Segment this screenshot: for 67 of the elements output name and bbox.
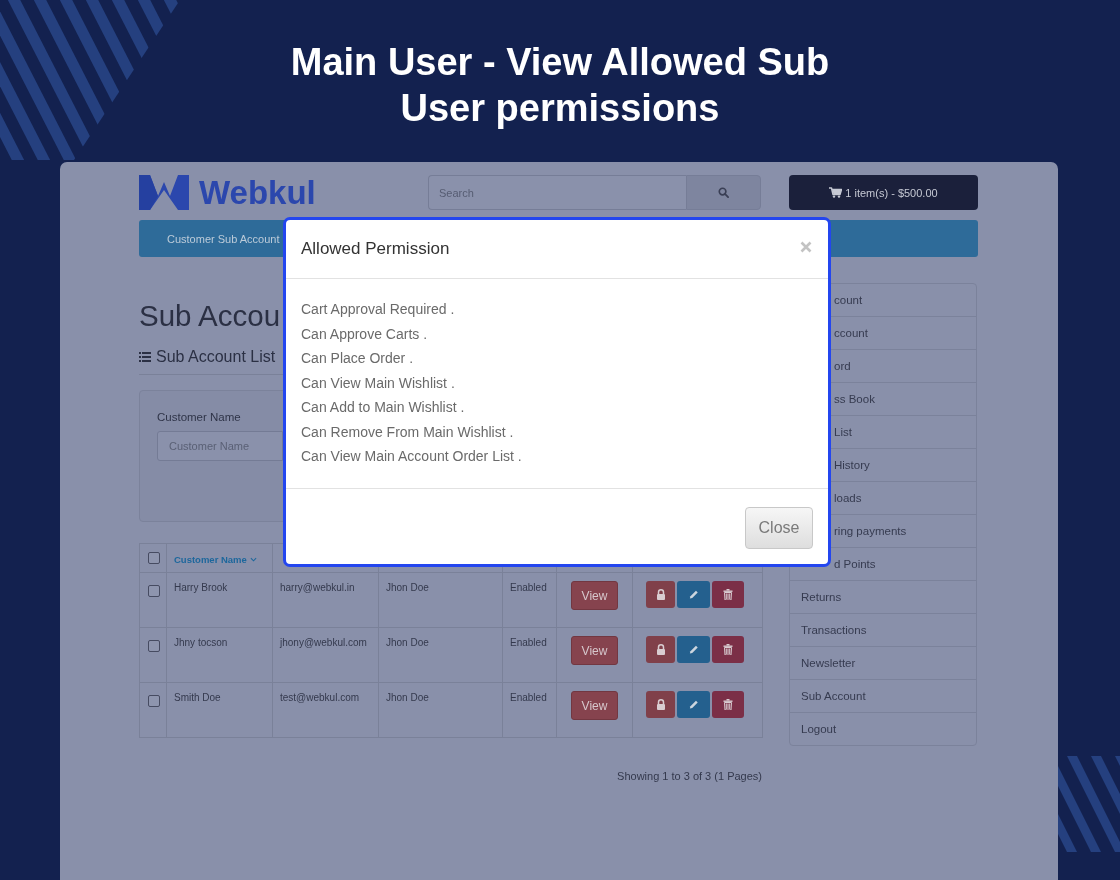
permission-item: Cart Approval Required . — [301, 300, 455, 319]
checkbox[interactable] — [148, 552, 160, 564]
delete-button[interactable] — [712, 636, 744, 663]
table-cell: Enabled — [502, 572, 557, 628]
checkbox[interactable] — [148, 695, 160, 707]
table-cell: test@webkul.com — [272, 682, 379, 738]
search-field[interactable]: Search — [428, 175, 686, 210]
edit-button[interactable] — [677, 581, 710, 608]
close-icon — [800, 241, 812, 253]
table-cell: jhony@webkul.com — [272, 627, 379, 683]
table-cell: Enabled — [502, 682, 557, 738]
permission-item: Can Approve Carts . — [301, 324, 428, 344]
permission-item: Can Remove From Main Wishlist . — [301, 422, 514, 442]
sidebar-item[interactable]: Transactions — [790, 614, 976, 647]
field-label: Customer Name — [157, 410, 241, 424]
edit-button[interactable] — [677, 691, 710, 718]
lock-icon — [655, 699, 666, 710]
edit-button[interactable] — [677, 636, 710, 663]
table-cell: Jhon Doe — [378, 627, 503, 683]
close-button[interactable]: Close — [745, 507, 813, 549]
permission-item: Can View Main Wishlist . — [301, 373, 455, 393]
sidebar-item[interactable]: Returns — [790, 581, 976, 614]
trash-icon — [723, 644, 733, 655]
lock-button[interactable] — [646, 691, 675, 718]
delete-button[interactable] — [712, 691, 744, 718]
view-button[interactable]: View — [571, 581, 618, 610]
cart-icon — [829, 187, 843, 198]
logo-text: Webkul — [199, 175, 316, 210]
trash-icon — [723, 699, 733, 710]
list-icon — [139, 352, 151, 362]
permission-item: Can Place Order . — [301, 349, 414, 368]
lock-icon — [655, 589, 666, 600]
delete-button[interactable] — [712, 581, 744, 608]
pencil-icon — [688, 699, 699, 710]
lock-button[interactable] — [646, 636, 675, 663]
modal-close-button[interactable] — [800, 241, 812, 253]
sidebar-item[interactable]: Newsletter — [790, 647, 976, 680]
pencil-icon — [688, 589, 699, 600]
table-cell: Jhon Doe — [378, 682, 503, 738]
lock-icon — [655, 644, 666, 655]
page-title: Main User - View Allowed Sub User permissions — [289, 40, 831, 131]
permission-item: Can Add to Main Wishlist . — [301, 398, 465, 417]
logo-icon — [139, 175, 189, 210]
table-cell: Enabled — [502, 627, 557, 683]
table-cell: Jhon Doe — [378, 572, 503, 628]
table-cell: harry@webkul.in — [272, 572, 379, 628]
permission-item: Can View Main Account Order List . — [301, 447, 522, 466]
checkbox[interactable] — [148, 585, 160, 597]
checkbox[interactable] — [148, 640, 160, 652]
nav-link[interactable]: Customer Sub Account — [167, 232, 280, 245]
caret-icon — [249, 557, 257, 562]
view-button[interactable]: View — [571, 636, 618, 665]
pencil-icon — [688, 644, 699, 655]
table-cell: Harry Brook — [166, 572, 273, 628]
table-cell: Smith Doe — [166, 682, 273, 738]
section-title: Sub Account List — [156, 347, 276, 367]
page-heading: Sub Accou — [139, 298, 281, 334]
lock-button[interactable] — [646, 581, 675, 608]
sidebar-item[interactable]: Logout — [790, 713, 976, 745]
sidebar-item[interactable]: Sub Account — [790, 680, 976, 713]
pagination-text: Showing 1 to 3 of 3 (1 Pages) — [617, 769, 762, 783]
search-icon — [718, 187, 729, 198]
modal-title: Allowed Permission — [301, 239, 450, 259]
trash-icon — [723, 589, 733, 600]
cart-button[interactable]: 1 item(s) - $500.00 — [789, 175, 978, 210]
view-button[interactable]: View — [571, 691, 618, 720]
table-cell: Jhny tocson — [166, 627, 273, 683]
